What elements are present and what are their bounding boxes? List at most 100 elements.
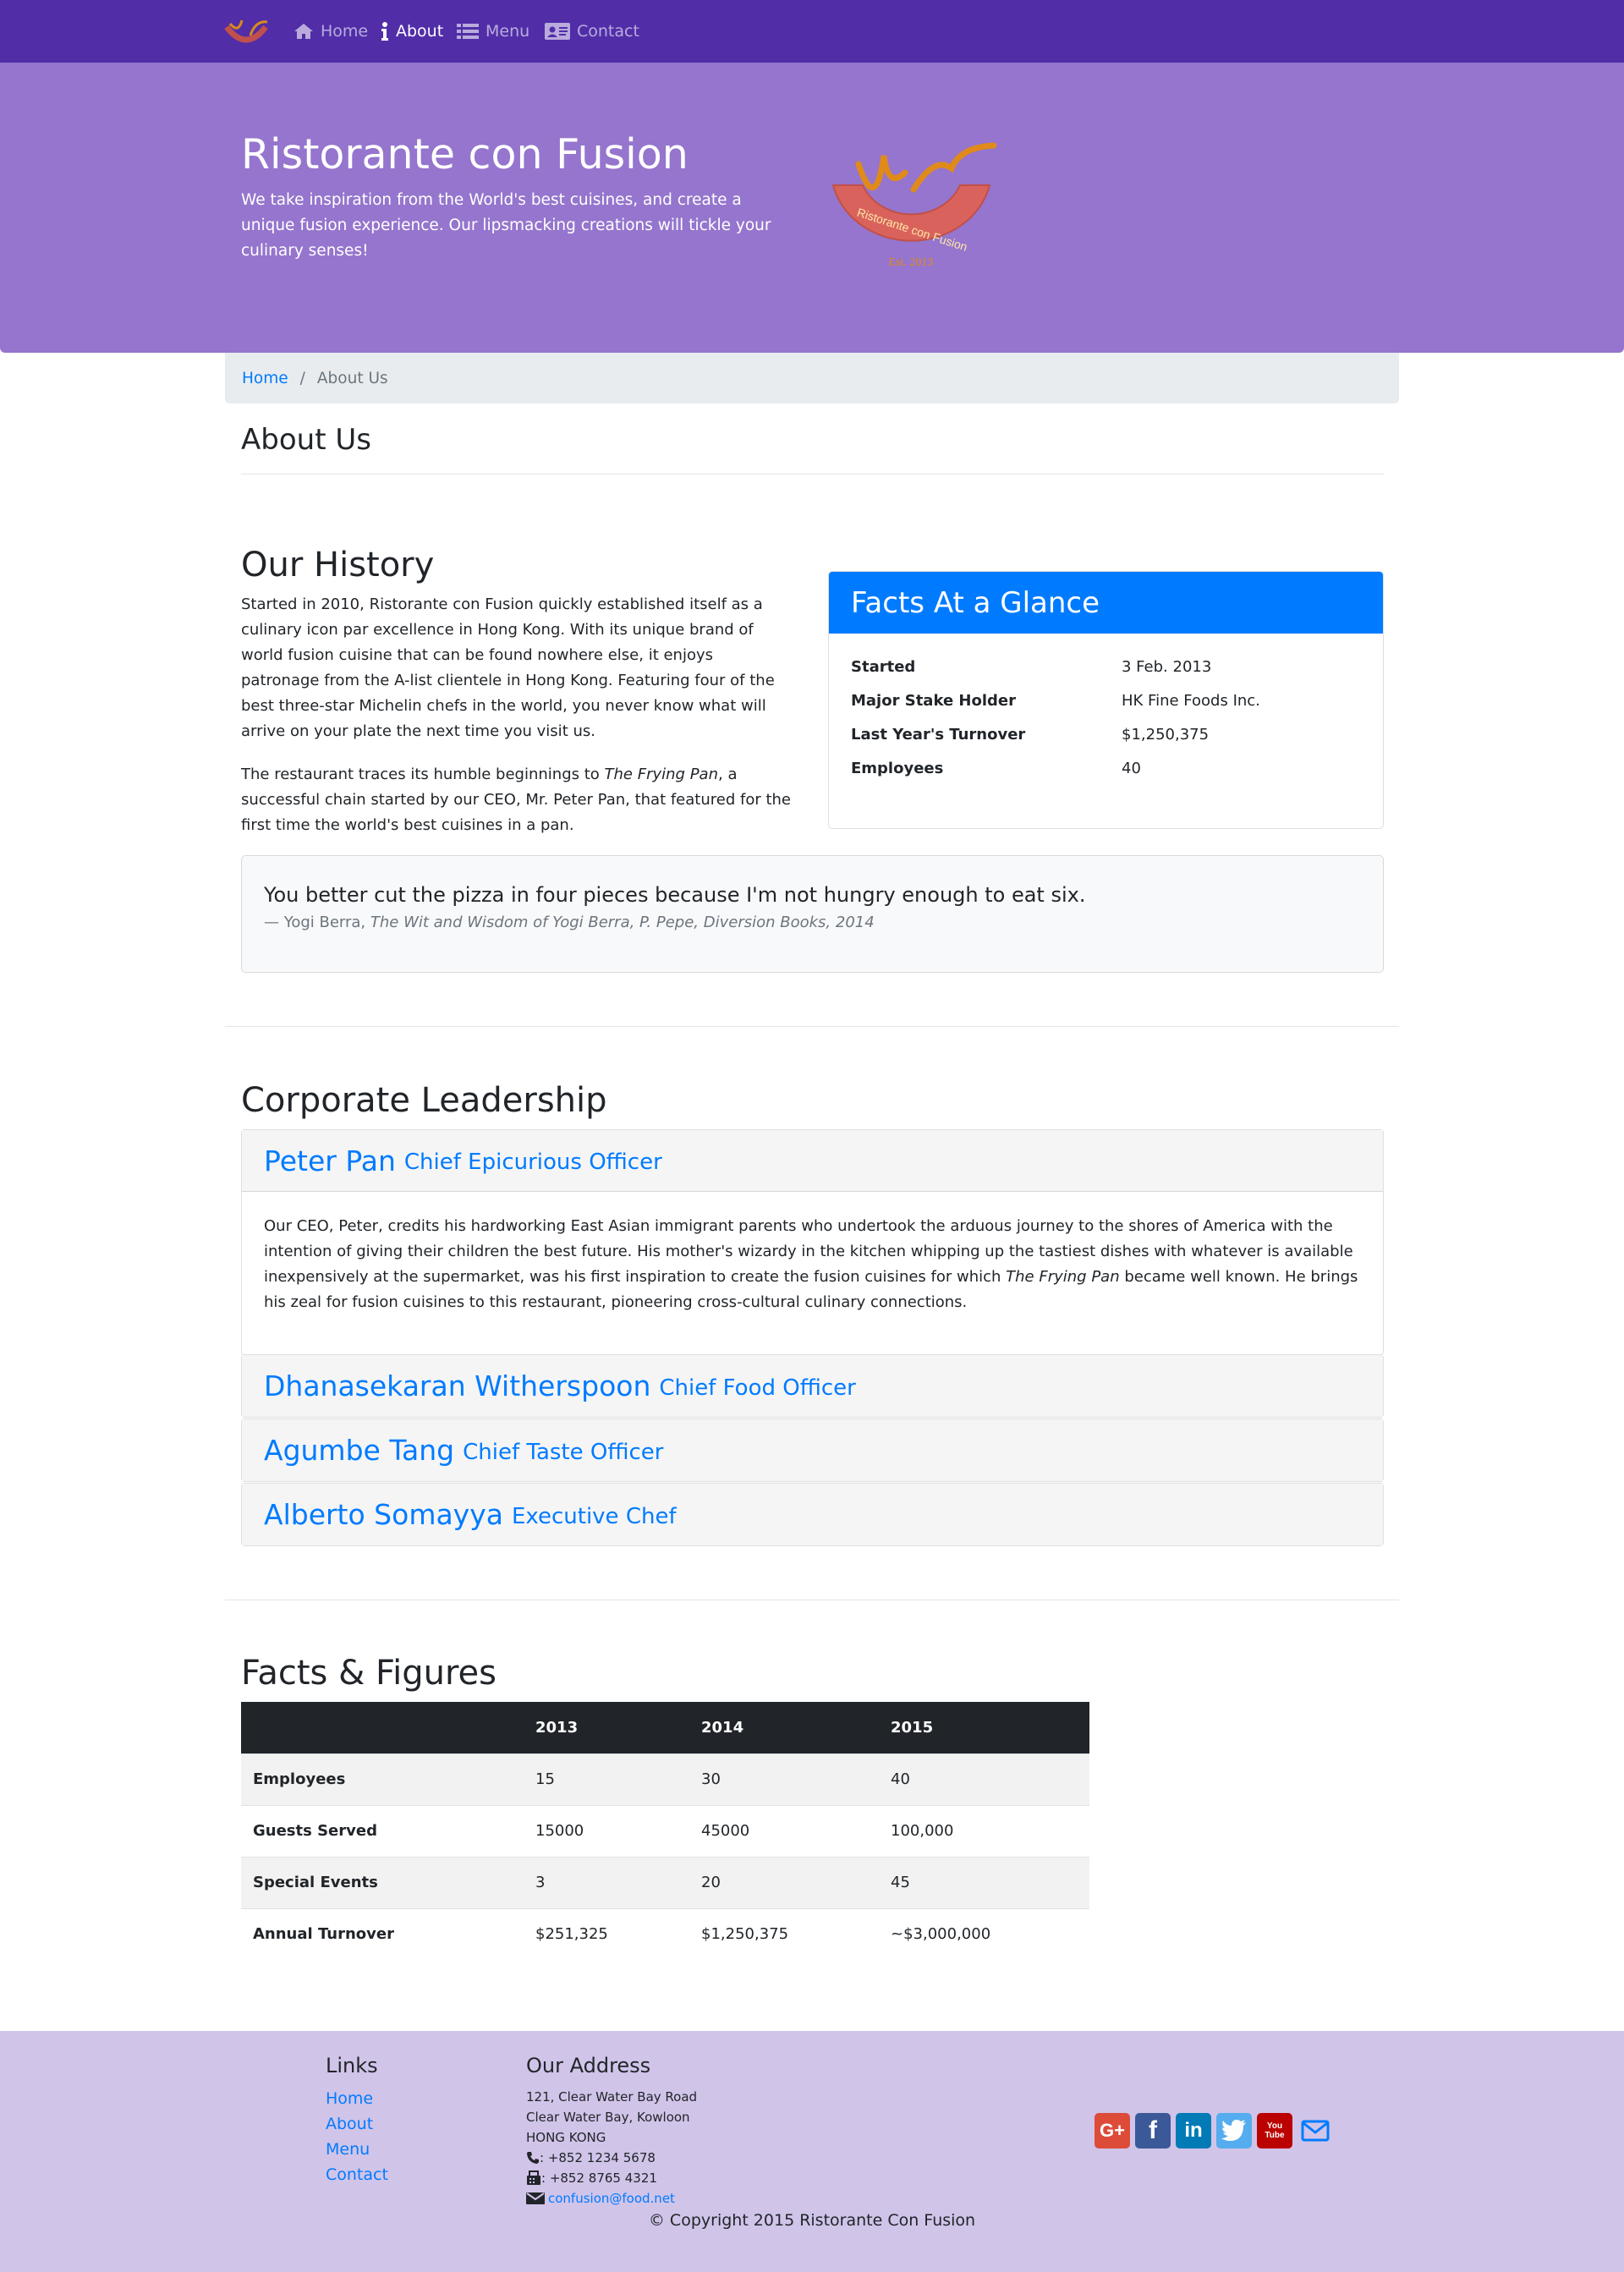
table-row: Guests Served 15000 45000 100,000 bbox=[241, 1805, 1089, 1857]
breadcrumb-current: About Us bbox=[316, 369, 388, 387]
footer-link-contact[interactable]: Contact bbox=[326, 2165, 388, 2184]
row-label: Annual Turnover bbox=[253, 1925, 394, 1944]
table-header-cell bbox=[241, 1702, 524, 1753]
figures-table: 2013 2014 2015 Employees 15 30 40 Guests… bbox=[241, 1702, 1089, 1960]
table-cell: 40 bbox=[891, 1770, 910, 1788]
nav-home[interactable]: Home bbox=[294, 0, 368, 63]
nav-contact-label: Contact bbox=[577, 22, 639, 41]
table-row: Annual Turnover $251,325 $1,250,375 ~$3,… bbox=[241, 1908, 1089, 1960]
jumbotron: Ristorante con Fusion We take inspiratio… bbox=[0, 63, 1624, 353]
facts-card-title: Facts At a Glance bbox=[829, 572, 1383, 634]
history-title: Our History bbox=[241, 546, 435, 584]
leadership-title: Corporate Leadership bbox=[241, 1081, 607, 1120]
facts-label: Started bbox=[851, 658, 916, 676]
email-line: confusion@food.net bbox=[526, 2191, 675, 2206]
facebook-icon[interactable]: f bbox=[1135, 2113, 1171, 2149]
table-header-cell: 2015 bbox=[879, 1702, 1089, 1753]
leader-name: Dhanasekaran Witherspoon bbox=[264, 1369, 651, 1402]
row-label: Employees bbox=[253, 1770, 346, 1788]
accordion-card-peter: Peter Pan Chief Epicurious Officer Our C… bbox=[241, 1129, 1384, 1355]
accordion-header-peter[interactable]: Peter Pan Chief Epicurious Officer bbox=[242, 1130, 1383, 1192]
email-link[interactable]: confusion@food.net bbox=[548, 2191, 675, 2206]
table-cell: 15 bbox=[535, 1770, 555, 1788]
page-title: About Us bbox=[241, 423, 371, 457]
footer-links-title: Links bbox=[326, 2054, 378, 2077]
list-icon bbox=[457, 24, 479, 39]
envelope-icon bbox=[526, 2192, 545, 2204]
nav-about-label: About bbox=[396, 22, 444, 41]
row-label: Special Events bbox=[253, 1874, 378, 1891]
nav-contact[interactable]: Contact bbox=[545, 0, 639, 63]
table-row: Special Events 3 20 45 bbox=[241, 1857, 1089, 1908]
google-plus-icon[interactable]: G+ bbox=[1095, 2113, 1130, 2149]
facts-value: HK Fine Foods Inc. bbox=[1122, 692, 1260, 710]
leader-role: Chief Food Officer bbox=[659, 1375, 856, 1401]
accordion-header-dhanasekaran[interactable]: Dhanasekaran Witherspoon Chief Food Offi… bbox=[242, 1355, 1383, 1417]
mail-icon[interactable] bbox=[1298, 2113, 1333, 2149]
footer bbox=[0, 2031, 1624, 2272]
table-cell: 100,000 bbox=[891, 1822, 954, 1840]
divider bbox=[225, 1026, 1399, 1027]
facts-value: $1,250,375 bbox=[1122, 726, 1210, 744]
facts-label: Major Stake Holder bbox=[851, 692, 1016, 710]
address-line: Clear Water Bay, Kowloon bbox=[526, 2110, 690, 2125]
leader-name: Agumbe Tang bbox=[264, 1434, 455, 1467]
history-paragraph-1: Started in 2010, Ristorante con Fusion q… bbox=[241, 595, 775, 740]
nav-about[interactable]: About bbox=[381, 0, 443, 63]
fax-icon bbox=[527, 2170, 540, 2185]
table-cell: ~$3,000,000 bbox=[891, 1925, 991, 1944]
nav-menu[interactable]: Menu bbox=[457, 0, 529, 63]
footer-link-home[interactable]: Home bbox=[326, 2089, 373, 2108]
info-icon bbox=[381, 22, 388, 41]
history-paragraph-2: The restaurant traces its humble beginni… bbox=[241, 766, 791, 834]
figures-title: Facts & Figures bbox=[241, 1654, 497, 1693]
accordion-header-agumbe[interactable]: Agumbe Tang Chief Taste Officer bbox=[242, 1419, 1383, 1481]
footer-link-menu[interactable]: Menu bbox=[326, 2140, 370, 2159]
table-cell: $1,250,375 bbox=[701, 1925, 789, 1944]
table-header-cell: 2013 bbox=[524, 1702, 689, 1753]
table-cell: 45000 bbox=[701, 1822, 750, 1840]
leader-name: Alberto Somayya bbox=[264, 1498, 503, 1531]
svg-text:Est. 2013: Est. 2013 bbox=[889, 256, 934, 269]
table-row: Employees 15 30 40 bbox=[241, 1753, 1089, 1805]
table-header-cell: 2014 bbox=[689, 1702, 879, 1753]
facts-label: Last Year's Turnover bbox=[851, 726, 1026, 744]
breadcrumb-separator: / bbox=[299, 369, 305, 387]
accordion-card-dhanasekaran: Dhanasekaran Witherspoon Chief Food Offi… bbox=[241, 1354, 1384, 1418]
nav-home-label: Home bbox=[321, 22, 369, 41]
quote-footer: — Yogi Berra, The Wit and Wisdom of Yogi… bbox=[264, 914, 875, 931]
leader-role: Executive Chef bbox=[511, 1503, 677, 1529]
blockquote-card: You better cut the pizza in four pieces … bbox=[241, 855, 1384, 973]
copyright: © Copyright 2015 Ristorante Con Fusion bbox=[648, 2211, 976, 2230]
accordion-header-alberto[interactable]: Alberto Somayya Executive Chef bbox=[242, 1484, 1383, 1545]
restaurant-logo: Ristorante con Fusion Est. 2013 bbox=[831, 142, 997, 269]
footer-link-about[interactable]: About bbox=[326, 2115, 373, 2133]
table-cell: 45 bbox=[891, 1874, 910, 1891]
facts-value: 40 bbox=[1122, 760, 1141, 777]
leader-role: Chief Taste Officer bbox=[463, 1439, 664, 1465]
table-cell: 30 bbox=[701, 1770, 721, 1788]
facts-label: Employees bbox=[851, 760, 944, 777]
accordion-card-agumbe: Agumbe Tang Chief Taste Officer bbox=[241, 1419, 1384, 1482]
youtube-icon[interactable]: You Tube bbox=[1257, 2113, 1292, 2149]
divider bbox=[241, 474, 1384, 475]
table-cell: 20 bbox=[701, 1874, 721, 1891]
facts-value: 3 Feb. 2013 bbox=[1122, 658, 1212, 676]
accordion-card-alberto: Alberto Somayya Executive Chef bbox=[241, 1483, 1384, 1546]
jumbotron-title: Ristorante con Fusion bbox=[241, 130, 689, 178]
quote-text: You better cut the pizza in four pieces … bbox=[264, 883, 1086, 907]
table-header-row: 2013 2014 2015 bbox=[241, 1702, 1089, 1753]
linkedin-icon[interactable]: in bbox=[1176, 2113, 1211, 2149]
breadcrumb: Home / About Us bbox=[225, 353, 1399, 403]
table-cell: 15000 bbox=[535, 1822, 584, 1840]
nav-menu-label: Menu bbox=[486, 22, 530, 41]
phone-icon bbox=[527, 2152, 539, 2164]
row-label: Guests Served bbox=[253, 1822, 377, 1840]
leader-bio: Our CEO, Peter, credits his hardworking … bbox=[264, 1217, 1358, 1311]
table-cell: $251,325 bbox=[535, 1925, 608, 1944]
table-cell: 3 bbox=[535, 1874, 546, 1891]
leader-role: Chief Epicurious Officer bbox=[403, 1150, 662, 1175]
breadcrumb-home-link[interactable]: Home bbox=[242, 370, 288, 387]
brand-logo[interactable] bbox=[222, 15, 271, 49]
twitter-icon[interactable] bbox=[1216, 2113, 1252, 2149]
